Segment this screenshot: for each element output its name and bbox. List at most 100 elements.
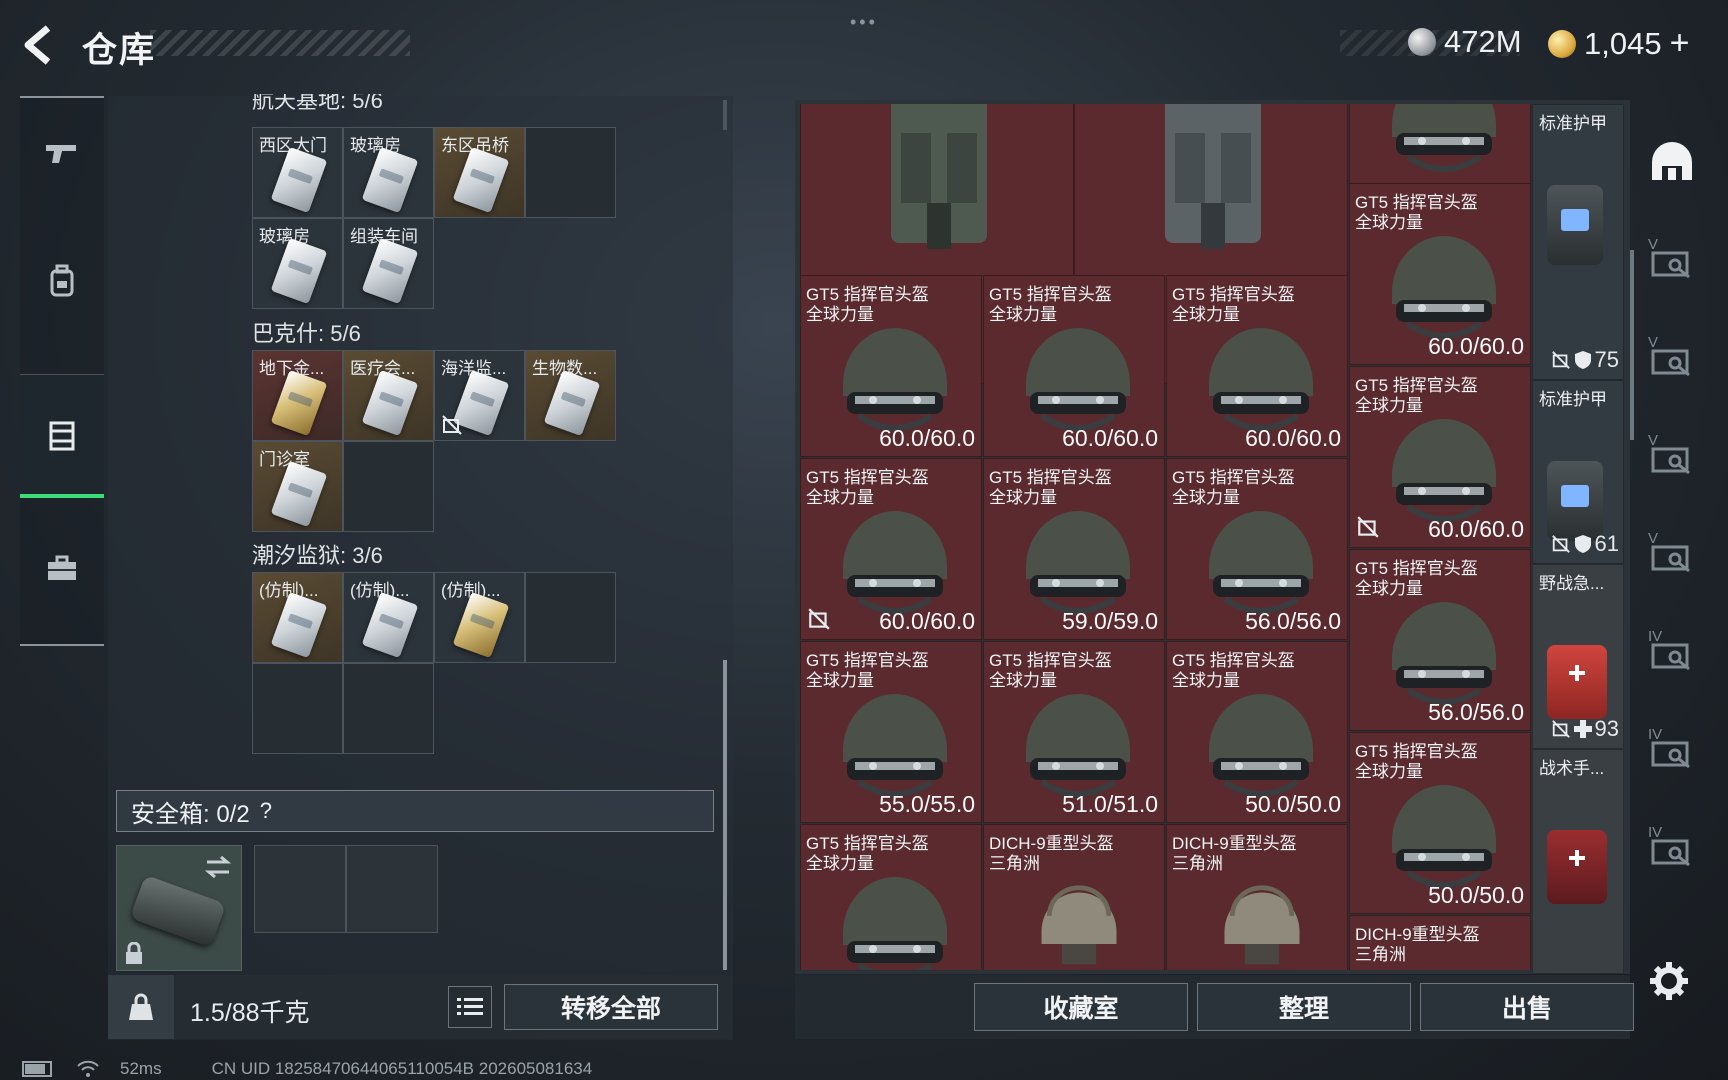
helmet-cell[interactable]: GT5 指挥官头盔 全球力量 56.0/56.0 — [1166, 458, 1348, 640]
side-item-stat-value: 93 — [1594, 716, 1619, 741]
tier-filter-button[interactable]: IV — [1642, 724, 1702, 784]
add-currency-button[interactable]: + — [1670, 24, 1690, 63]
item-brand: 全球力量 — [1172, 488, 1240, 507]
tier-filter-button[interactable]: IV — [1642, 822, 1702, 882]
side-item-name: 标准护甲 — [1539, 114, 1607, 133]
empty-slot[interactable] — [343, 663, 434, 754]
empty-slot[interactable] — [525, 572, 616, 663]
tier-label: IV — [1648, 726, 1663, 743]
tier-filter-button[interactable]: V — [1642, 332, 1702, 392]
helmet-cell[interactable]: GT5 指挥官头盔 全球力量 60.0/60.0 — [1166, 275, 1348, 457]
safebox-empty-slot[interactable] — [254, 845, 346, 933]
helmet-cell[interactable]: GT5 指挥官头盔 全球力量 59.0/59.0 — [983, 458, 1165, 640]
safebox-help-button[interactable]: ? — [260, 798, 272, 824]
keycard-icon — [361, 591, 419, 659]
keycard-slot[interactable]: 门诊室 — [252, 441, 343, 532]
keycard-slot[interactable]: 医疗会... — [343, 350, 434, 441]
tier-filter-button[interactable]: V — [1642, 234, 1702, 294]
item-brand: 三角洲 — [1355, 945, 1406, 964]
medkit-item[interactable]: 战术手... — [1532, 749, 1624, 974]
tab-keycards[interactable] — [20, 374, 104, 498]
keycard-slot[interactable]: 海洋监... — [434, 350, 525, 441]
organize-button[interactable]: 整理 — [1197, 983, 1411, 1031]
tier-filter-button[interactable]: V — [1642, 430, 1702, 490]
helmet-cell[interactable]: GT5 指挥官头盔 全球力量 60.0/60.0 — [1349, 183, 1531, 365]
helmet-cell[interactable]: GT5 指挥官头盔 全球力量 56.0/56.0 — [1349, 549, 1531, 731]
status-bar: 52ms CN UID 18258470644065110054B 202605… — [22, 1059, 592, 1079]
keycard-slot[interactable]: 地下金... — [252, 350, 343, 441]
durability-value: 50.0/50.0 — [1245, 791, 1341, 817]
keycard-slot[interactable]: 组装车间 — [343, 218, 434, 309]
silver-coin-icon — [1408, 28, 1436, 56]
empty-slot[interactable] — [525, 127, 616, 218]
backpack-icon — [50, 264, 74, 297]
list-view-button[interactable] — [448, 986, 492, 1028]
back-button[interactable] — [18, 22, 64, 68]
shield-icon — [1574, 535, 1591, 553]
keycard-slot[interactable]: 玻璃房 — [343, 127, 434, 218]
title-decoration — [150, 30, 410, 56]
stash-scrollbar[interactable] — [723, 660, 727, 970]
armor-item[interactable]: 标准护甲 61 — [1532, 380, 1624, 564]
helmet-cell[interactable]: GT5 指挥官头盔 全球力量 60.0/60.0 — [1349, 366, 1531, 548]
keycard-slot[interactable]: 东区吊桥 — [434, 127, 525, 218]
keycard-slot[interactable]: 西区大门 — [252, 127, 343, 218]
keycard-icon — [543, 369, 601, 437]
helmet-cell[interactable]: GT5 指挥官头盔 全球力量 60.0/60.0 — [983, 275, 1165, 457]
dich-helmet-cell[interactable]: DICH-9重型头盔 三角洲 — [983, 824, 1165, 970]
inventory-scrollbar[interactable] — [1630, 250, 1634, 440]
dich-helmet-cell[interactable]: DICH-9重型头盔 三角洲 — [1349, 915, 1531, 970]
helmet-cell[interactable]: GT5 指挥官头盔 全球力量 60.0/60.0 — [800, 458, 982, 640]
empty-slot[interactable] — [343, 441, 434, 532]
keycard-icon — [452, 146, 510, 214]
keycard-slot[interactable]: 玻璃房 — [252, 218, 343, 309]
item-brand: 全球力量 — [1172, 305, 1240, 324]
keycard-slot[interactable]: (仿制)... — [252, 572, 343, 663]
tier-filter-button[interactable]: V — [1642, 528, 1702, 588]
helmet-cell[interactable]: GT5 指挥官头盔 全球力量 55.0/55.0 — [800, 641, 982, 823]
empty-slot[interactable] — [252, 663, 343, 754]
filter-helmet[interactable] — [1642, 132, 1702, 192]
dich-helmet-cell[interactable]: DICH-9重型头盔 三角洲 — [1166, 824, 1348, 970]
safebox-slot[interactable] — [116, 845, 242, 971]
helmet-cell[interactable]: GT5 指挥官头盔 全球力量 — [800, 824, 982, 970]
side-item-stat-value: 75 — [1594, 347, 1619, 372]
medkit-item[interactable]: 野战急... 93 — [1532, 564, 1624, 749]
settings-button[interactable] — [1648, 960, 1690, 1007]
durability-value: 50.0/50.0 — [1428, 882, 1524, 908]
tier-filter-button[interactable]: IV — [1642, 626, 1702, 686]
card-reader-icon — [1651, 741, 1690, 769]
heal-plus-icon — [1573, 720, 1592, 738]
helmet-cell[interactable]: GT5 指挥官头盔 全球力量 50.0/50.0 — [1349, 732, 1531, 914]
transfer-all-button[interactable]: 转移全部 — [504, 984, 718, 1030]
helmet-filter-icon — [1652, 142, 1692, 180]
wifi-icon — [77, 1060, 99, 1077]
item-brand: 全球力量 — [1355, 213, 1423, 232]
keycard-slot[interactable]: 生物数... — [525, 350, 616, 441]
no-drop-icon — [1551, 720, 1570, 738]
helmet-cell[interactable]: GT5 指挥官头盔 全球力量 60.0/60.0 — [800, 275, 982, 457]
keycard-icon — [361, 369, 419, 437]
drag-handle: ••• — [850, 12, 878, 32]
container-icon — [49, 421, 75, 450]
helmet-cell[interactable]: GT5 指挥官头盔 全球力量 51.0/51.0 — [983, 641, 1165, 823]
armor-item[interactable]: 标准护甲 75 — [1532, 104, 1624, 380]
safebox-empty-slot[interactable] — [346, 845, 438, 933]
safebox-header: 安全箱: 0/2 ? — [116, 790, 714, 832]
helmet-cell[interactable]: GT5 指挥官头盔 全球力量 50.0/50.0 — [1166, 641, 1348, 823]
keycard-icon — [270, 237, 328, 305]
swap-icon — [204, 855, 232, 879]
tab-weapons[interactable] — [20, 98, 104, 208]
keycard-slot[interactable]: (仿制)... — [343, 572, 434, 663]
side-item-stat-value: 61 — [1594, 531, 1619, 556]
collection-room-button[interactable]: 收藏室 — [974, 983, 1188, 1031]
durability-value: 60.0/60.0 — [1062, 425, 1158, 451]
sell-button[interactable]: 出售 — [1420, 983, 1634, 1031]
tab-case[interactable] — [20, 514, 104, 624]
safebox-label: 安全箱: 0/2 — [131, 800, 250, 828]
keycard-slot[interactable]: (仿制)... — [434, 572, 525, 663]
card-reader-icon — [1651, 643, 1690, 671]
back-arrow-icon — [24, 25, 51, 65]
tier-label: V — [1648, 334, 1659, 351]
tab-backpack[interactable] — [20, 226, 104, 336]
